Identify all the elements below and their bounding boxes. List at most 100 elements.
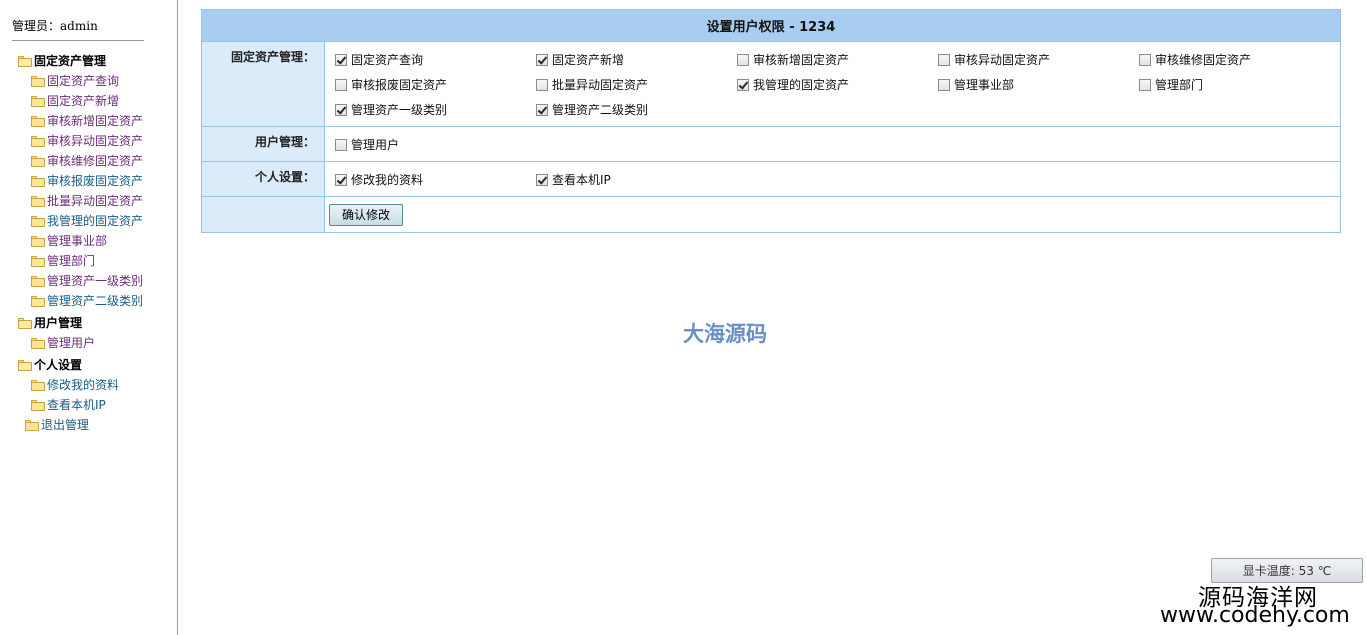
nav-item-label: 管理资产一级类别 xyxy=(47,274,144,288)
option-label: 批量异动固定资产 xyxy=(552,78,649,92)
permission-option[interactable]: 管理资产二级类别 xyxy=(536,97,737,122)
nav-item-0-5[interactable]: 审核报废固定资产 xyxy=(31,172,143,190)
section-options: 固定资产查询 固定资产新增 审核新增固定资产 审核异动固定资产 审核维修固定资产审核报废… xyxy=(324,41,1341,127)
checkbox-icon[interactable] xyxy=(1139,53,1151,66)
folder-icon xyxy=(31,195,45,207)
folder-icon xyxy=(31,75,45,87)
option-label: 管理事业部 xyxy=(954,78,1015,92)
permission-option[interactable]: 固定资产新增 xyxy=(536,47,737,72)
nav-item-0-7[interactable]: 我管理的固定资产 xyxy=(31,212,143,230)
permission-option[interactable]: 管理部门 xyxy=(1139,72,1340,97)
form-title: 设置用户权限 - 1234 xyxy=(201,9,1341,42)
nav-item-label: 固定资产查询 xyxy=(47,74,120,88)
submit-row: 确认修改 xyxy=(201,196,1341,233)
folder-icon xyxy=(31,135,45,147)
folder-open-icon xyxy=(18,55,32,67)
section-options: 管理用户 xyxy=(324,126,1341,162)
nav-item-0-10[interactable]: 管理资产一级类别 xyxy=(31,272,143,290)
permission-option[interactable]: 修改我的资料 xyxy=(335,167,536,192)
checkbox-icon[interactable] xyxy=(737,78,749,91)
watermark-text: 大海源码 xyxy=(683,321,767,346)
confirm-button[interactable]: 确认修改 xyxy=(329,203,404,226)
checkbox-icon[interactable] xyxy=(737,53,749,66)
nav-item-label: 审核报废固定资产 xyxy=(47,174,144,188)
permission-option[interactable]: 管理用户 xyxy=(335,132,536,157)
folder-icon xyxy=(31,255,45,267)
option-label: 修改我的资料 xyxy=(351,173,424,187)
nav-group-0[interactable]: 固定资产管理 xyxy=(18,52,106,70)
nav-item-0-3[interactable]: 审核异动固定资产 xyxy=(31,132,143,150)
section-label: 固定资产管理： xyxy=(201,41,325,127)
admin-label: 管理员： xyxy=(12,19,61,33)
permission-option[interactable]: 审核新增固定资产 xyxy=(737,47,938,72)
sidebar-divider xyxy=(12,40,144,41)
checkbox-icon[interactable] xyxy=(938,53,950,66)
nav-group-label: 个人设置 xyxy=(34,358,83,372)
checkbox-icon[interactable] xyxy=(536,53,548,66)
checkbox-icon[interactable] xyxy=(335,173,347,186)
permission-option[interactable]: 批量异动固定资产 xyxy=(536,72,737,97)
checkbox-icon[interactable] xyxy=(335,103,347,116)
nav-item-label: 审核异动固定资产 xyxy=(47,134,144,148)
checkbox-icon[interactable] xyxy=(335,78,347,91)
permission-option[interactable]: 固定资产查询 xyxy=(335,47,536,72)
permission-option[interactable]: 审核异动固定资产 xyxy=(938,47,1139,72)
nav-group-label: 固定资产管理 xyxy=(34,54,107,68)
options-grid: 修改我的资料 查看本机IP xyxy=(335,167,1340,192)
option-label: 管理部门 xyxy=(1155,78,1204,92)
checkbox-icon[interactable] xyxy=(1139,78,1151,91)
nav-item-0-4[interactable]: 审核维修固定资产 xyxy=(31,152,143,170)
option-label: 管理资产一级类别 xyxy=(351,103,448,117)
folder-icon xyxy=(31,175,45,187)
permission-option[interactable]: 审核维修固定资产 xyxy=(1139,47,1340,72)
option-label: 查看本机IP xyxy=(552,173,611,187)
checkbox-icon[interactable] xyxy=(335,53,347,66)
nav-item-0-2[interactable]: 审核新增固定资产 xyxy=(31,112,143,130)
checkbox-icon[interactable] xyxy=(335,138,347,151)
checkbox-icon[interactable] xyxy=(938,78,950,91)
permission-option[interactable]: 我管理的固定资产 xyxy=(737,72,938,97)
logout-link[interactable]: 退出管理 xyxy=(25,416,89,434)
nav-item-0-1[interactable]: 固定资产新增 xyxy=(31,92,119,110)
nav-item-label: 固定资产新增 xyxy=(47,94,120,108)
options-grid: 管理用户 xyxy=(335,132,1340,157)
option-label: 我管理的固定资产 xyxy=(753,78,850,92)
nav-item-2-0[interactable]: 修改我的资料 xyxy=(31,376,119,394)
nav-item-1-0[interactable]: 管理用户 xyxy=(31,334,95,352)
checkbox-icon[interactable] xyxy=(536,78,548,91)
nav-item-0-8[interactable]: 管理事业部 xyxy=(31,232,107,250)
folder-icon xyxy=(31,275,45,287)
admin-name: admin xyxy=(60,19,98,33)
submit-cell: 确认修改 xyxy=(324,196,1341,233)
permission-option[interactable]: 审核报废固定资产 xyxy=(335,72,536,97)
options-grid: 固定资产查询 固定资产新增 审核新增固定资产 审核异动固定资产 审核维修固定资产审核报废… xyxy=(335,47,1340,122)
nav-item-0-9[interactable]: 管理部门 xyxy=(31,252,95,270)
nav-item-label: 管理资产二级类别 xyxy=(47,294,144,308)
permission-option[interactable]: 管理事业部 xyxy=(938,72,1139,97)
folder-open-icon xyxy=(18,317,32,329)
nav-group-2[interactable]: 个人设置 xyxy=(18,356,82,374)
folder-icon xyxy=(31,235,45,247)
section-label: 个人设置： xyxy=(201,161,325,197)
nav-item-0-6[interactable]: 批量异动固定资产 xyxy=(31,192,143,210)
checkbox-icon[interactable] xyxy=(536,103,548,116)
option-label: 固定资产查询 xyxy=(351,53,424,67)
nav-item-label: 修改我的资料 xyxy=(47,378,120,392)
permission-option[interactable]: 查看本机IP xyxy=(536,167,737,192)
logout-label: 退出管理 xyxy=(41,418,90,432)
nav-group-1[interactable]: 用户管理 xyxy=(18,314,82,332)
nav-item-2-1[interactable]: 查看本机IP xyxy=(31,396,106,414)
nav-item-label: 查看本机IP xyxy=(47,398,106,412)
folder-icon xyxy=(31,215,45,227)
folder-icon xyxy=(25,419,39,431)
nav-item-label: 批量异动固定资产 xyxy=(47,194,144,208)
checkbox-icon[interactable] xyxy=(536,173,548,186)
nav-item-label: 管理部门 xyxy=(47,254,96,268)
nav-group-label: 用户管理 xyxy=(34,316,83,330)
option-label: 审核报废固定资产 xyxy=(351,78,448,92)
folder-icon xyxy=(31,115,45,127)
permission-option[interactable]: 管理资产一级类别 xyxy=(335,97,536,122)
nav-item-0-11[interactable]: 管理资产二级类别 xyxy=(31,292,143,310)
nav-item-label: 我管理的固定资产 xyxy=(47,214,144,228)
nav-item-0-0[interactable]: 固定资产查询 xyxy=(31,72,119,90)
